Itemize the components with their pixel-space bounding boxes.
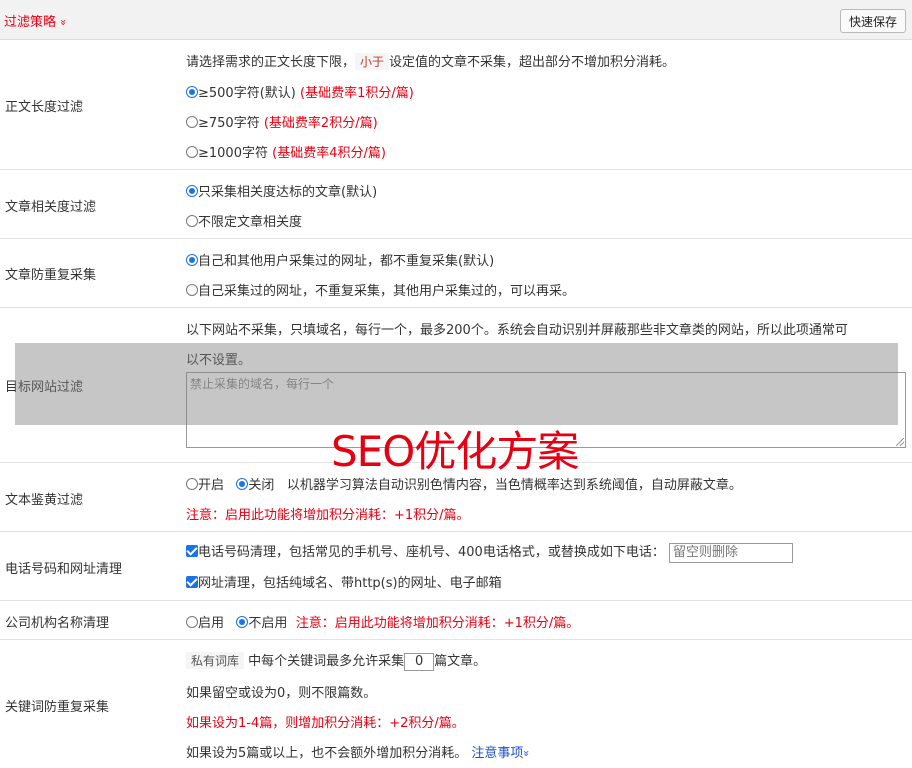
radio-checked[interactable]	[236, 616, 249, 628]
checkbox-checked[interactable]	[186, 576, 198, 588]
gray-overlay	[15, 343, 898, 425]
dedupe-option-self[interactable]: 自己采集过的网址，不重复采集，其他用户采集过的，可以再采。	[186, 280, 575, 299]
relevance-option-none[interactable]: 不限定文章相关度	[186, 211, 302, 230]
relevance-option-strict[interactable]: 只采集相关度达标的文章(默认)	[186, 181, 377, 200]
checkbox-checked[interactable]	[186, 545, 198, 557]
relevance-row: 文章相关度过滤 只采集相关度达标的文章(默认) 不限定文章相关度	[0, 170, 912, 239]
row-label: 文本鉴黄过滤	[5, 493, 84, 508]
body-length-row: 正文长度过滤 请选择需求的正文长度下限， 小于 设定值的文章不采集，超出部分不增加积…	[0, 40, 912, 170]
resize-handle[interactable]	[896, 438, 904, 446]
radio-unchecked[interactable]	[186, 616, 198, 628]
org-name-row: 公司机构名称清理 启用 不启用 注意：启用此功能将增加积分消耗：+1积分/篇。	[0, 601, 912, 640]
radio-unchecked[interactable]	[186, 478, 198, 490]
filter-strategy-header: 过滤策略» 快速保存	[0, 0, 912, 40]
radio-unchecked[interactable]	[186, 116, 198, 128]
porn-filter-notice: 注意：启用此功能将增加积分消耗：+1积分/篇。	[186, 508, 470, 523]
radio-unchecked[interactable]	[186, 284, 198, 296]
keyword-line-4: 如果设为5篇或以上，也不会额外增加积分消耗。 注意事项»	[186, 746, 534, 761]
site-filter-desc-1: 以下网站不采集，只填域名，每行一个，最多200个。系统会自动识别并屏蔽那些非文章…	[186, 323, 848, 338]
chevron-down-icon[interactable]: »	[57, 19, 70, 26]
body-length-desc: 请选择需求的正文长度下限， 小于 设定值的文章不采集，超出部分不增加积分消耗。	[186, 53, 676, 70]
dedupe-option-all[interactable]: 自己和其他用户采集过的网址，都不重复采集(默认)	[186, 250, 494, 269]
url-clean-option[interactable]: 网址清理，包括纯域名、带http(s)的网址、电子邮箱	[186, 572, 502, 591]
radio-unchecked[interactable]	[186, 146, 198, 158]
keyword-line-2: 如果留空或设为0，则不限篇数。	[186, 686, 377, 701]
radio-checked[interactable]	[236, 478, 249, 490]
private-lexicon-tag[interactable]: 私有词库	[186, 652, 245, 669]
radio-checked[interactable]	[186, 86, 198, 98]
radio-checked[interactable]	[186, 185, 198, 197]
row-label: 文章相关度过滤	[5, 200, 97, 215]
body-length-option-750[interactable]: ≥750字符 (基础费率2积分/篇)	[186, 112, 378, 131]
keyword-row: 关键词防重复采集 私有词库 中每个关键词最多允许采集 0 篇文章。 如果留空或设为0…	[0, 640, 912, 768]
max-articles-input[interactable]: 0	[404, 652, 435, 671]
replacement-phone-input[interactable]: 留空则删除	[668, 542, 793, 563]
radio-checked[interactable]	[186, 254, 198, 266]
notes-link[interactable]: 注意事项»	[471, 746, 534, 761]
org-name-options: 启用 不启用 注意：启用此功能将增加积分消耗：+1积分/篇。	[186, 612, 579, 631]
row-label: 文章防重复采集	[5, 268, 97, 283]
dedupe-row: 文章防重复采集 自己和其他用户采集过的网址，都不重复采集(默认) 自己采集过的网…	[0, 239, 912, 308]
less-than-tag: 小于	[355, 53, 390, 70]
quick-save-button[interactable]: 快速保存	[839, 9, 906, 33]
phone-clean-option[interactable]: 电话号码清理，包括常见的手机号、座机号、400电话格式，或替换成如下电话： 留空…	[186, 541, 793, 563]
section-title[interactable]: 过滤策略»	[4, 11, 70, 30]
body-length-option-500[interactable]: ≥500字符(默认) (基础费率1积分/篇)	[186, 82, 414, 101]
radio-unchecked[interactable]	[186, 215, 198, 227]
row-label: 关键词防重复采集	[5, 700, 110, 715]
phone-url-row: 电话号码和网址清理 电话号码清理，包括常见的手机号、座机号、400电话格式，或替…	[0, 532, 912, 601]
keyword-line-3: 如果设为1-4篇，则增加积分消耗：+2积分/篇。	[186, 716, 465, 731]
keyword-line-1: 私有词库 中每个关键词最多允许采集 0 篇文章。	[186, 650, 486, 671]
porn-filter-options: 开启 关闭 以机器学习算法自动识别色情内容，当色情概率达到系统阈值，自动屏蔽文章…	[186, 474, 742, 493]
body-length-option-1000[interactable]: ≥1000字符 (基础费率4积分/篇)	[186, 142, 386, 161]
porn-filter-row: 文本鉴黄过滤 开启 关闭 以机器学习算法自动识别色情内容，当色情概率达到系统阈值…	[0, 463, 912, 532]
row-label: 正文长度过滤	[5, 100, 84, 115]
row-label: 电话号码和网址清理	[5, 562, 123, 577]
chevron-down-icon: »	[520, 750, 534, 757]
row-label: 公司机构名称清理	[5, 616, 110, 631]
